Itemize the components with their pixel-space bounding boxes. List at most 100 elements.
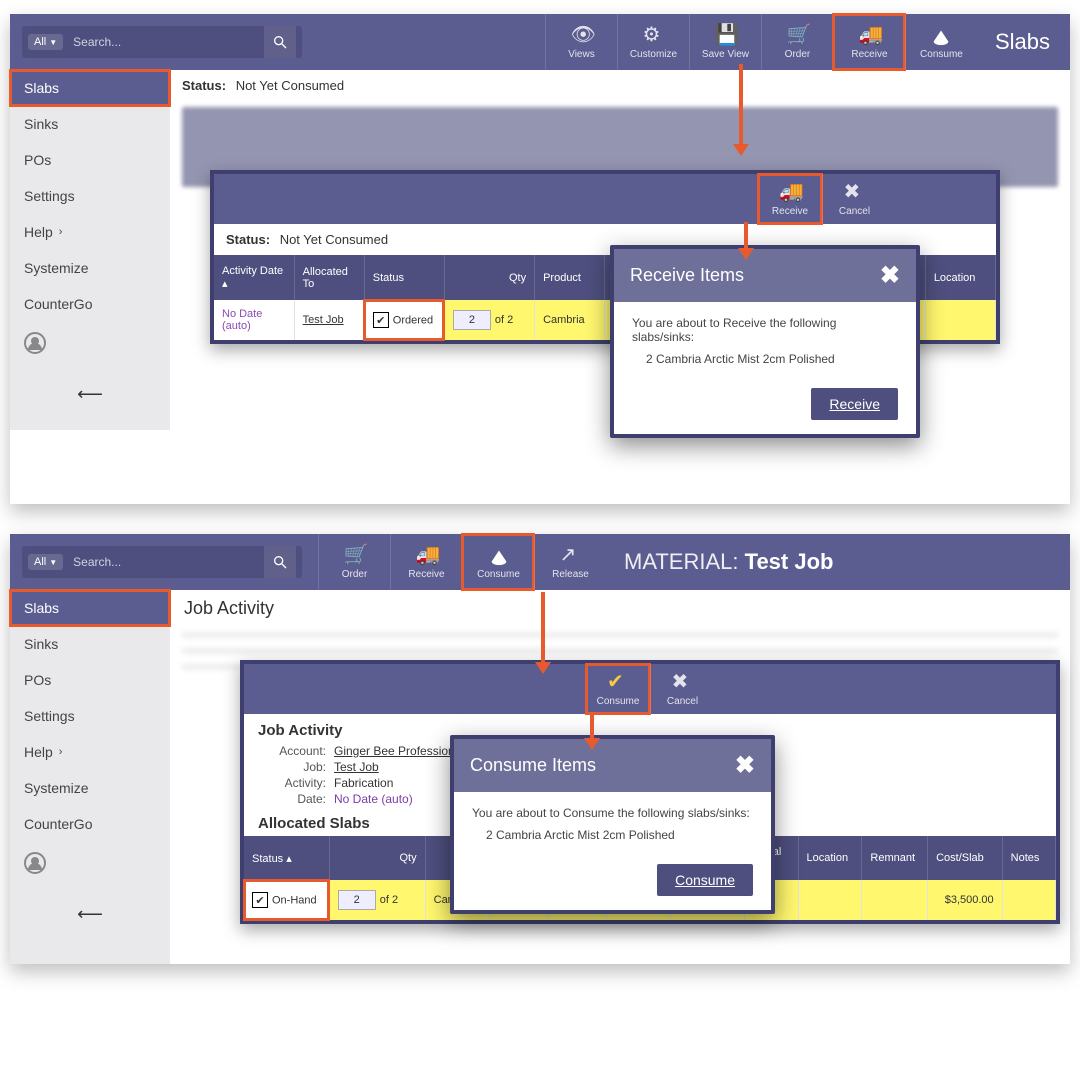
cell-cost: $3,500.00	[928, 880, 1003, 920]
order-button[interactable]: 🛒Order	[761, 14, 833, 70]
modal-close-icon[interactable]: ✖	[880, 261, 900, 290]
sliders-icon: ⚙	[642, 25, 664, 47]
main-content: Status: Not Yet Consumed 🚚Receive ✖Cance…	[170, 70, 1070, 430]
cart-icon: 🛒	[786, 25, 808, 47]
checkbox-icon[interactable]: ✔	[373, 312, 389, 328]
receive-button[interactable]: 🚚Receive	[833, 14, 905, 70]
search-wrap: All ▼	[22, 26, 302, 58]
caret-down-icon: ▼	[49, 38, 57, 47]
sub-cancel-button[interactable]: ✖Cancel	[822, 174, 886, 224]
receive-button[interactable]: 🚚Receive	[390, 534, 462, 590]
search-button[interactable]	[264, 26, 296, 58]
avatar-icon[interactable]	[24, 332, 46, 354]
cart-icon: 🛒	[344, 545, 366, 567]
search-button[interactable]	[264, 546, 296, 578]
qty-input[interactable]: 2	[338, 890, 376, 910]
receive-modal: Receive Items ✖ You are about to Receive…	[610, 245, 920, 438]
consume-button[interactable]: Consume	[905, 14, 977, 70]
col-qty[interactable]: Qty	[444, 255, 534, 300]
col-activity-date[interactable]: Activity Date ▴	[214, 255, 294, 300]
sidebar-item-countergo[interactable]: CounterGo	[10, 286, 170, 322]
sidebar-item-help[interactable]: Help›	[10, 214, 170, 250]
panel-consume: All ▼ 🛒Order 🚚Receive Consume ↗Release M…	[10, 534, 1070, 964]
sub-cancel-button[interactable]: ✖Cancel	[650, 664, 714, 714]
cell-status[interactable]: ✔Ordered	[364, 300, 444, 340]
page-title: MATERIAL: Test Job	[624, 549, 833, 575]
checkbox-icon[interactable]: ✔	[252, 892, 268, 908]
col-product[interactable]: Product	[535, 255, 605, 300]
release-icon: ↗	[560, 545, 582, 567]
sidebar-item-pos[interactable]: POs	[10, 142, 170, 178]
sidebar-item-systemize[interactable]: Systemize	[10, 250, 170, 286]
topbar-actions: 🛒Order 🚚Receive Consume ↗Release	[318, 534, 606, 590]
save-view-button[interactable]: 💾Save View	[689, 14, 761, 70]
modal-header: Consume Items ✖	[454, 739, 771, 792]
col-status[interactable]: Status ▴	[244, 836, 329, 880]
cell-product: Cambria	[535, 300, 605, 340]
search-scope-pill[interactable]: All ▼	[28, 554, 63, 570]
modal-item: 2 Cambria Arctic Mist 2cm Polished	[646, 352, 898, 366]
sidebar-item-systemize[interactable]: Systemize	[10, 770, 170, 806]
topbar-actions: 👁Views ⚙Customize 💾Save View 🛒Order 🚚Rec…	[545, 14, 977, 70]
col-cost[interactable]: Cost/Slab	[928, 836, 1003, 880]
sidebar-item-countergo[interactable]: CounterGo	[10, 806, 170, 842]
cell-qty: 2of 2	[329, 880, 425, 920]
sidebar: Slabs Sinks POs Settings Help› Systemize…	[10, 70, 170, 430]
search-scope-label: All	[34, 36, 46, 48]
date-value: No Date (auto)	[334, 792, 413, 806]
sidebar-item-sinks[interactable]: Sinks	[10, 106, 170, 142]
modal-item: 2 Cambria Arctic Mist 2cm Polished	[486, 828, 753, 842]
col-allocated-to[interactable]: Allocated To	[294, 255, 364, 300]
consume-icon	[930, 25, 952, 47]
sidebar-item-sinks[interactable]: Sinks	[10, 626, 170, 662]
col-remnant[interactable]: Remnant	[862, 836, 928, 880]
modal-lead: You are about to Consume the following s…	[472, 806, 753, 820]
modal-consume-button[interactable]: Consume	[657, 864, 753, 896]
modal-close-icon[interactable]: ✖	[735, 751, 755, 780]
collapse-sidebar-icon[interactable]: ⟵	[77, 384, 103, 405]
modal-receive-button[interactable]: Receive	[811, 388, 898, 420]
sub-receive-button[interactable]: 🚚Receive	[758, 174, 822, 224]
qty-input[interactable]: 2	[453, 310, 491, 330]
cell-allocated-to[interactable]: Test Job	[303, 314, 344, 326]
col-location[interactable]: Location	[798, 836, 862, 880]
chevron-right-icon: ›	[59, 226, 63, 238]
cell-status[interactable]: ✔On-Hand	[244, 880, 329, 920]
subpanel-topbar: ✔Consume ✖Cancel	[244, 664, 1056, 714]
search-input[interactable]	[71, 554, 264, 570]
col-notes[interactable]: Notes	[1002, 836, 1055, 880]
close-icon: ✖	[844, 182, 866, 204]
customize-button[interactable]: ⚙Customize	[617, 14, 689, 70]
search-icon	[272, 34, 288, 50]
cell-qty: 2of 2	[444, 300, 534, 340]
col-location[interactable]: Location	[925, 255, 995, 300]
sidebar-item-slabs[interactable]: Slabs	[10, 70, 170, 106]
status-label: Status:	[182, 78, 226, 93]
order-button[interactable]: 🛒Order	[318, 534, 390, 590]
close-icon: ✖	[672, 672, 694, 694]
sidebar-item-settings[interactable]: Settings	[10, 698, 170, 734]
sidebar-item-slabs[interactable]: Slabs	[10, 590, 170, 626]
topbar: All ▼ 🛒Order 🚚Receive Consume ↗Release M…	[10, 534, 1070, 590]
check-icon: ✔	[607, 672, 629, 694]
consume-button[interactable]: Consume	[462, 534, 534, 590]
sidebar-item-pos[interactable]: POs	[10, 662, 170, 698]
sort-asc-icon: ▴	[222, 278, 228, 290]
collapse-sidebar-icon[interactable]: ⟵	[77, 904, 103, 925]
job-link[interactable]: Test Job	[334, 760, 379, 774]
release-button[interactable]: ↗Release	[534, 534, 606, 590]
avatar-icon[interactable]	[24, 852, 46, 874]
col-status[interactable]: Status	[364, 255, 444, 300]
sidebar-item-help[interactable]: Help›	[10, 734, 170, 770]
chevron-right-icon: ›	[59, 746, 63, 758]
sidebar-item-settings[interactable]: Settings	[10, 178, 170, 214]
sub-consume-button[interactable]: ✔Consume	[586, 664, 650, 714]
search-input[interactable]	[71, 34, 264, 50]
search-scope-pill[interactable]: All ▼	[28, 34, 63, 50]
col-qty[interactable]: Qty	[329, 836, 425, 880]
main-content: Job Activity ✔Consume ✖Cancel Job Activi…	[170, 590, 1070, 964]
views-button[interactable]: 👁Views	[545, 14, 617, 70]
status-line: Status: Not Yet Consumed	[170, 70, 1070, 101]
topbar: All ▼ 👁Views ⚙Customize 💾Save View 🛒Orde…	[10, 14, 1070, 70]
truck-icon: 🚚	[779, 182, 801, 204]
